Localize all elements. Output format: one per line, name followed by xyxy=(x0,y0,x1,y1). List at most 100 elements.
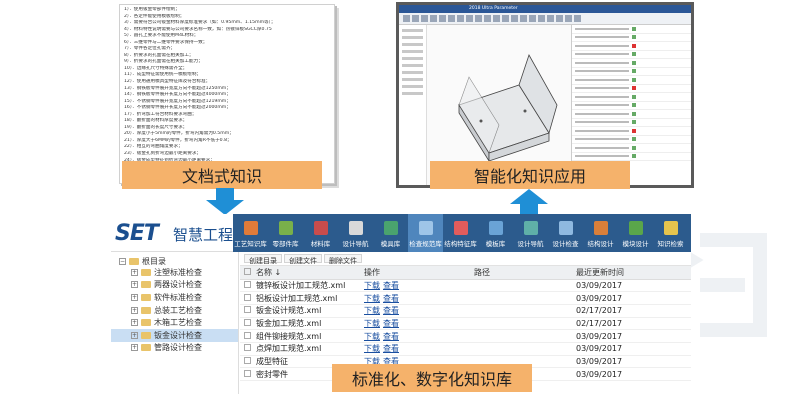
updated-date: 03/09/2017 xyxy=(576,342,691,356)
row-checkbox[interactable] xyxy=(244,306,251,314)
menu-item-structure[interactable]: 结构特征库 xyxy=(443,214,478,252)
navigation-icon xyxy=(348,221,363,235)
row-checkbox[interactable] xyxy=(244,344,251,352)
file-name[interactable]: 镀锌板设计加工规范.xml xyxy=(256,279,364,293)
row-checkbox[interactable] xyxy=(244,280,251,288)
process-icon xyxy=(243,221,258,235)
file-path xyxy=(474,304,576,318)
file-name[interactable]: 铝板设计加工规范.xml xyxy=(256,291,364,305)
menu-item-navigation2[interactable]: 设计导航 xyxy=(513,214,548,252)
menu-item-inspection[interactable]: 检查规范库 xyxy=(408,214,443,252)
folder-icon xyxy=(141,331,151,339)
expand-icon[interactable]: + xyxy=(131,344,138,352)
menu-item-label: 零部件库 xyxy=(272,240,299,248)
menu-item-mold[interactable]: 模具库 xyxy=(373,214,408,252)
check-row xyxy=(572,144,691,153)
expand-icon[interactable]: + xyxy=(131,293,138,301)
row-checkbox[interactable] xyxy=(244,293,251,301)
menu-item-navigation[interactable]: 设计导航 xyxy=(338,214,373,252)
updated-date: 03/09/2017 xyxy=(576,279,691,293)
menu-item-material[interactable]: 材料库 xyxy=(303,214,338,252)
menu-item-design-check[interactable]: 设计检查 xyxy=(548,214,583,252)
folder-icon xyxy=(141,268,151,276)
check-row xyxy=(572,119,691,127)
download-link[interactable]: 下载 xyxy=(364,281,380,290)
structure-icon xyxy=(453,221,468,235)
row-checkbox[interactable] xyxy=(244,356,251,364)
expand-icon[interactable]: + xyxy=(131,268,138,276)
menu-item-label: 模具库 xyxy=(380,240,401,248)
tree-item[interactable]: + 软件标准检查 xyxy=(111,291,238,304)
check-row xyxy=(572,136,691,144)
table-header: 名称 ↓ 操作 路径 最近更新时间 xyxy=(240,266,691,280)
brand-name: 智慧工程 xyxy=(173,226,234,244)
tree-item[interactable]: + 钣金设计检查 xyxy=(111,328,238,342)
download-link[interactable]: 下载 xyxy=(364,294,380,303)
expand-icon[interactable]: + xyxy=(131,319,138,327)
delete-file-button[interactable]: 删除文件 xyxy=(324,254,362,265)
expand-icon[interactable]: + xyxy=(131,331,138,339)
main-menu: 工艺知识库 零部件库 材料库 设计导航 模具库 检查规范库 结构特征库 模板库 设计导航 设计检查… xyxy=(233,214,691,252)
file-name[interactable]: 钣金设计规范.xml xyxy=(256,304,364,318)
table-row[interactable]: 钣金加工规范.xml 下载 查看 02/17/2017 xyxy=(240,317,691,331)
view-link[interactable]: 查看 xyxy=(383,294,399,303)
select-all-checkbox[interactable] xyxy=(244,267,251,275)
view-link[interactable]: 查看 xyxy=(383,319,399,328)
file-name[interactable]: 组件铆接规范.xml xyxy=(256,329,364,343)
view-link[interactable]: 查看 xyxy=(383,344,399,353)
menu-item-parts[interactable]: 零部件库 xyxy=(268,214,303,252)
menu-item-module[interactable]: 模块设计 xyxy=(618,214,653,252)
updated-date: 02/17/2017 xyxy=(576,304,691,318)
download-link[interactable]: 下载 xyxy=(364,306,380,315)
tree-root[interactable]: − 根目录 xyxy=(111,252,238,266)
row-checkbox[interactable] xyxy=(244,369,251,377)
updated-date: 03/09/2017 xyxy=(576,329,691,343)
tree-item[interactable]: + 注塑标准检查 xyxy=(111,266,238,279)
tree-item[interactable]: + 木箱工艺检查 xyxy=(111,316,238,329)
table-row[interactable]: 铝板设计加工规范.xml 下载 查看 03/09/2017 xyxy=(240,291,691,305)
row-checkbox[interactable] xyxy=(244,318,251,326)
folder-icon xyxy=(141,319,151,327)
file-name[interactable]: 钣金加工规范.xml xyxy=(256,317,364,331)
view-link[interactable]: 查看 xyxy=(383,281,399,290)
tree-item[interactable]: + 两器设计检查 xyxy=(111,279,238,292)
template-icon xyxy=(488,221,503,235)
inspection-icon xyxy=(418,221,433,235)
download-link[interactable]: 下载 xyxy=(364,344,380,353)
file-path xyxy=(474,317,576,331)
menu-item-process[interactable]: 工艺知识库 xyxy=(233,214,268,252)
arrow-up-icon xyxy=(510,189,548,215)
column-updated[interactable]: 最近更新时间 xyxy=(576,266,691,280)
folder-icon xyxy=(141,344,151,352)
view-link[interactable]: 查看 xyxy=(383,332,399,341)
expand-icon[interactable]: + xyxy=(131,281,138,289)
menu-item-search[interactable]: 知识检索 xyxy=(653,214,688,252)
collapse-icon[interactable]: − xyxy=(119,257,126,265)
download-link[interactable]: 下载 xyxy=(364,332,380,341)
menu-item-template[interactable]: 模板库 xyxy=(478,214,513,252)
create-file-button[interactable]: 创建文件 xyxy=(284,254,322,265)
check-row xyxy=(572,153,691,161)
view-link[interactable]: 查看 xyxy=(383,306,399,315)
module-icon xyxy=(628,221,643,235)
menu-item-label: 工艺知识库 xyxy=(234,240,267,248)
table-row[interactable]: 钣金设计规范.xml 下载 查看 02/17/2017 xyxy=(240,304,691,318)
tree-item[interactable]: + 管路设计检查 xyxy=(111,342,238,355)
download-link[interactable]: 下载 xyxy=(364,319,380,328)
table-row[interactable]: 组件铆接规范.xml 下载 查看 03/09/2017 xyxy=(240,329,691,343)
create-directory-button[interactable]: 创建目录 xyxy=(244,254,282,265)
file-name[interactable]: 点焊加工规范.xml xyxy=(256,342,364,356)
row-checkbox[interactable] xyxy=(244,331,251,339)
check-row xyxy=(572,127,691,136)
cad-toolbar xyxy=(399,13,691,25)
expand-icon[interactable]: + xyxy=(131,306,138,314)
tree-item[interactable]: + 总装工艺检查 xyxy=(111,304,238,317)
cad-feature-tree xyxy=(399,25,427,185)
menu-item-label: 材料库 xyxy=(310,240,331,248)
updated-date: 03/09/2017 xyxy=(576,291,691,305)
menu-item-structure-design[interactable]: 结构设计 xyxy=(583,214,618,252)
table-row[interactable]: 镀锌板设计加工规范.xml 下载 查看 03/09/2017 xyxy=(240,279,691,293)
menu-item-label: 结构设计 xyxy=(587,240,614,248)
table-row[interactable]: 点焊加工规范.xml 下载 查看 03/09/2017 xyxy=(240,342,691,356)
column-name[interactable]: 名称 ↓ xyxy=(256,266,364,280)
